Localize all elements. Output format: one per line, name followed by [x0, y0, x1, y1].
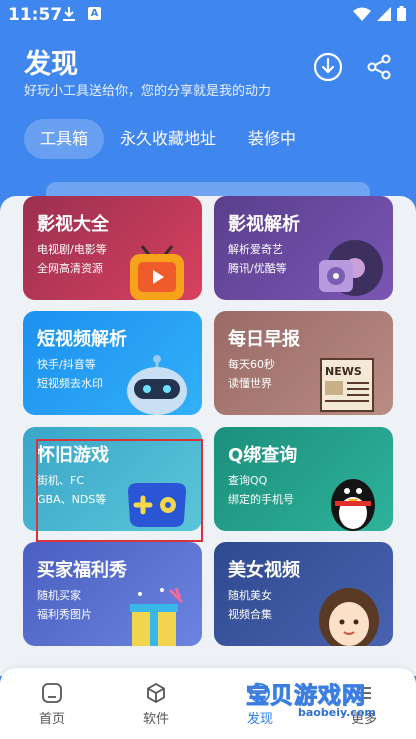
wifi-icon: [353, 7, 371, 21]
card-title: Q绑查询: [228, 445, 298, 466]
tab-under-construction[interactable]: 装修中: [232, 119, 312, 159]
card-desc: 解析爱奇艺 腾讯/优酷等: [228, 243, 287, 275]
penguin-icon: [331, 479, 375, 531]
watermark-text: 宝贝游戏网: [246, 683, 366, 710]
card-title: 短视频解析: [37, 329, 127, 350]
tv-play-icon: [130, 245, 184, 300]
battery-icon: [397, 6, 406, 21]
signal-icon: [377, 6, 391, 21]
card-desc: 电视剧/电影等 全网高清资源: [37, 243, 107, 275]
card-title: 每日早报: [228, 329, 300, 350]
card-desc: 快手/抖音等 短视频去水印: [37, 358, 103, 390]
download-status-icon: [63, 7, 75, 21]
page-subtitle: 好玩小工具送给你，您的分享就是我的动力: [24, 84, 272, 99]
home-icon: [42, 683, 62, 703]
card-daily-news[interactable]: 每日早报 每天60秒 读懂世界 NEWS: [214, 311, 393, 415]
svg-text:NEWS: NEWS: [325, 365, 362, 378]
girl-avatar-icon: [319, 588, 379, 646]
card-title: 影视大全: [37, 214, 109, 235]
card-short-video-parser[interactable]: 短视频解析 快手/抖音等 短视频去水印: [23, 311, 202, 415]
nav-software[interactable]: 软件: [126, 682, 186, 727]
download-icon[interactable]: [313, 52, 343, 82]
app-badge-icon: A: [88, 7, 101, 20]
watermark: 宝贝游戏网 baobeiy.com: [236, 676, 386, 726]
header: 发现 好玩小工具送给你，您的分享就是我的动力 工具箱 永久收藏地址 装修中: [0, 30, 416, 190]
newspaper-icon: NEWS: [320, 358, 374, 412]
card-title: 影视解析: [228, 214, 300, 235]
robot-icon: [127, 355, 187, 415]
nav-home[interactable]: 首页: [22, 682, 82, 727]
card-qq-binding-lookup[interactable]: Q绑查询 查询QQ 绑定的手机号: [214, 427, 393, 531]
card-buyer-show[interactable]: 买家福利秀 随机买家 福利秀图片: [23, 542, 202, 646]
card-desc: 随机买家 福利秀图片: [37, 589, 92, 621]
selection-highlight: [36, 439, 203, 542]
tab-toolbox[interactable]: 工具箱: [24, 119, 105, 159]
tab-bar: 工具箱 永久收藏地址 装修中: [24, 119, 312, 159]
film-reel-icon: [319, 240, 383, 296]
card-girl-videos[interactable]: 美女视频 随机美女 视频合集: [214, 542, 393, 646]
status-indicators: [353, 6, 406, 21]
card-title: 美女视频: [228, 560, 300, 581]
status-bar: 11:57 A: [0, 0, 416, 30]
tab-permanent-address[interactable]: 永久收藏地址: [104, 119, 232, 159]
status-time: 11:57: [8, 5, 63, 25]
page-title: 发现: [24, 49, 78, 80]
watermark-url: baobeiy.com: [298, 706, 376, 719]
cube-icon: [147, 682, 165, 704]
card-desc: 随机美女 视频合集: [228, 589, 272, 621]
card-video-library[interactable]: 影视大全 电视剧/电影等 全网高清资源: [23, 196, 202, 300]
card-title: 买家福利秀: [37, 560, 127, 581]
card-desc: 查询QQ 绑定的手机号: [228, 474, 294, 506]
gift-box-icon: [130, 587, 184, 646]
card-video-parser[interactable]: 影视解析 解析爱奇艺 腾讯/优酷等: [214, 196, 393, 300]
nav-label: 首页: [38, 712, 65, 727]
nav-label: 软件: [142, 712, 169, 727]
card-desc: 每天60秒 读懂世界: [228, 358, 275, 390]
share-icon[interactable]: [366, 54, 392, 80]
